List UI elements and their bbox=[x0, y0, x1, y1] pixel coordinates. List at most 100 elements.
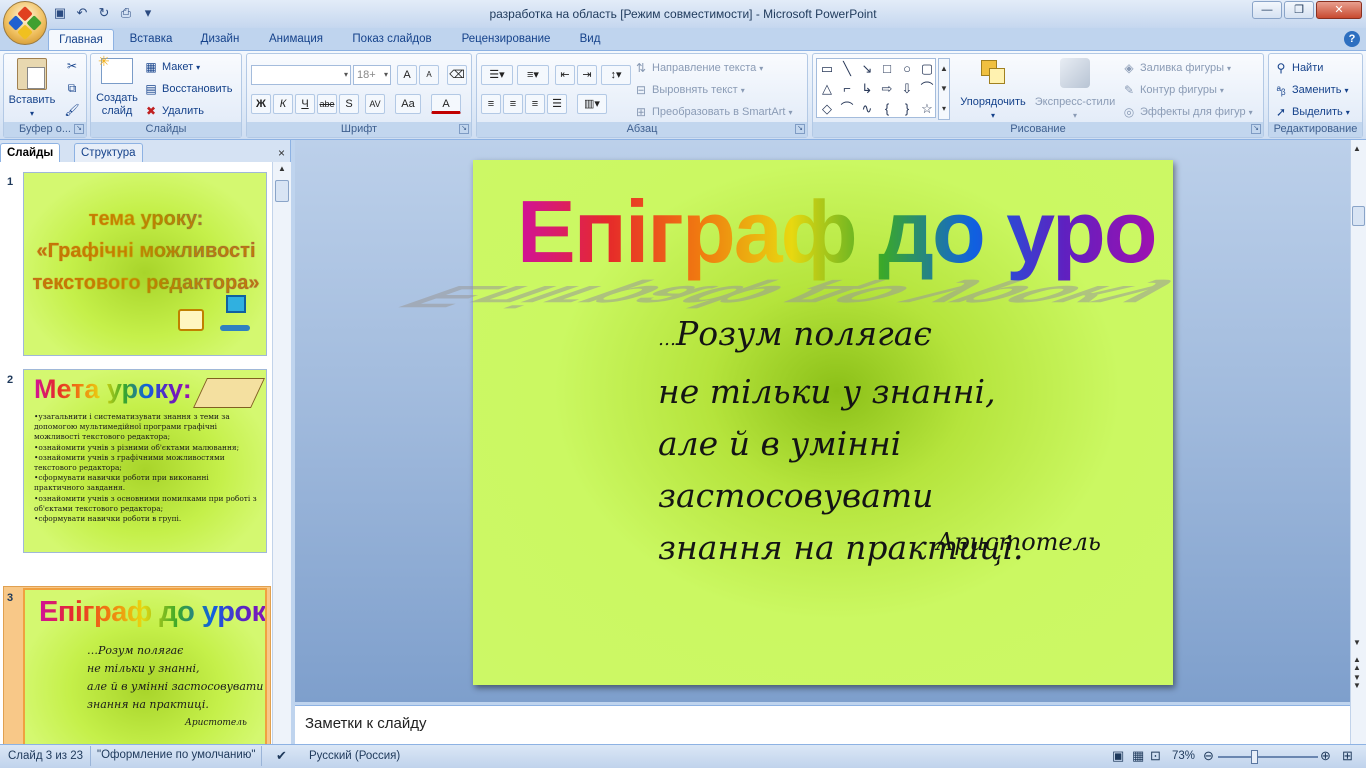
font-color-button[interactable]: A bbox=[431, 94, 461, 114]
triangle-icon[interactable]: △ bbox=[817, 79, 837, 99]
textbox-icon[interactable]: ▭ bbox=[817, 59, 837, 79]
scroll-down-icon[interactable]: ▼ bbox=[1353, 638, 1361, 647]
tab-review[interactable]: Рецензирование bbox=[450, 29, 562, 50]
office-button[interactable] bbox=[3, 1, 47, 45]
quote-author[interactable]: Аристотель bbox=[936, 528, 1101, 556]
zoom-out-icon[interactable]: ⊖ bbox=[1203, 748, 1214, 764]
replace-button[interactable]: ᵃᵦ Заменить ▾ bbox=[1273, 81, 1348, 99]
grow-font-button[interactable]: A bbox=[397, 65, 417, 85]
scroll-up-icon[interactable]: ▲ bbox=[275, 164, 289, 178]
thumbnail-scrollbar[interactable]: ▲ bbox=[272, 162, 291, 744]
scroll-thumb[interactable] bbox=[275, 180, 289, 202]
dialog-launcher-icon[interactable]: ↘ bbox=[74, 124, 84, 134]
layout-button[interactable]: ▦ Макет ▾ bbox=[143, 58, 200, 76]
delete-slide-button[interactable]: ✖ Удалить bbox=[143, 102, 204, 120]
down-arrow-icon[interactable]: ⇩ bbox=[897, 79, 917, 99]
zoom-in-icon[interactable]: ⊕ bbox=[1320, 748, 1331, 764]
tab-animation[interactable]: Анимация bbox=[258, 29, 334, 50]
bullets-icon[interactable]: ☰▾ bbox=[481, 65, 513, 85]
cut-icon[interactable]: ✂ bbox=[64, 58, 80, 74]
right-arrow-icon[interactable]: ⇨ bbox=[877, 79, 897, 99]
normal-view-icon[interactable]: ▣ bbox=[1112, 748, 1124, 764]
language[interactable]: Русский (Россия) bbox=[309, 750, 400, 762]
brace-left-icon[interactable]: { bbox=[877, 99, 897, 119]
scroll-thumb[interactable] bbox=[1352, 206, 1365, 226]
slide-title[interactable]: Епіграф до уроку bbox=[517, 182, 1246, 282]
rounded-rect-icon[interactable]: ▢ bbox=[917, 59, 937, 79]
editor-scrollbar[interactable]: ▲ ▼ ▲ ▲ ▼ ▼ bbox=[1350, 140, 1366, 744]
star-icon[interactable]: ☆ bbox=[917, 99, 937, 119]
next-slide-icon[interactable]: ▼ ▼ bbox=[1353, 674, 1361, 690]
theme-name[interactable]: "Оформление по умолчанию" bbox=[90, 746, 263, 766]
tab-outline[interactable]: Структура bbox=[74, 143, 143, 162]
smartart-button[interactable]: ⊞ Преобразовать в SmartArt ▾ bbox=[633, 103, 792, 121]
dialog-launcher-icon[interactable]: ↘ bbox=[795, 124, 805, 134]
shapes-gallery[interactable]: ▭ ╲ ↘ □ ○ ▢ △ ⌐ ↳ ⇨ ⇩ ⌒ ◇ ⌒ ∿{} ☆ bbox=[816, 58, 936, 118]
connector-icon[interactable]: ⌐ bbox=[837, 79, 857, 99]
shape-outline-button[interactable]: ✎ Контур фигуры ▾ bbox=[1121, 81, 1224, 99]
decrease-indent-icon[interactable]: ⇤ bbox=[555, 65, 575, 85]
arrow-line-icon[interactable]: ↘ bbox=[857, 59, 877, 79]
shrink-font-button[interactable]: A bbox=[419, 65, 439, 85]
char-spacing-button[interactable]: AV bbox=[365, 94, 385, 114]
slideshow-icon[interactable]: ⊡ bbox=[1150, 748, 1161, 764]
tab-insert[interactable]: Вставка bbox=[120, 29, 182, 50]
italic-button[interactable]: К bbox=[273, 94, 293, 114]
zoom-level[interactable]: 73% bbox=[1172, 750, 1195, 762]
copy-icon[interactable]: ⧉ bbox=[64, 80, 80, 96]
line-spacing-icon[interactable]: ↕▾ bbox=[601, 65, 631, 85]
increase-indent-icon[interactable]: ⇥ bbox=[577, 65, 597, 85]
close-button[interactable]: ✕ bbox=[1316, 1, 1362, 19]
find-button[interactable]: ⚲ Найти bbox=[1273, 59, 1324, 77]
justify-icon[interactable]: ☰ bbox=[547, 94, 567, 114]
select-button[interactable]: ➚ Выделить ▾ bbox=[1273, 103, 1350, 121]
numbering-icon[interactable]: ≡▾ bbox=[517, 65, 549, 85]
dialog-launcher-icon[interactable]: ↘ bbox=[1251, 124, 1261, 134]
font-size-input[interactable]: 18+ ▾ bbox=[353, 65, 391, 85]
change-case-button[interactable]: Aa bbox=[395, 94, 421, 114]
tab-view[interactable]: Вид bbox=[570, 29, 610, 50]
current-slide[interactable]: Епіграф до уроку Епіграф до уроку …Розум… bbox=[373, 160, 1246, 685]
new-slide-button[interactable]: ✳ Создать слайд bbox=[93, 54, 141, 118]
text-direction-button[interactable]: ⇅ Направление текста ▾ bbox=[633, 59, 763, 77]
shape-fill-button[interactable]: ◈ Заливка фигуры ▾ bbox=[1121, 59, 1231, 77]
elbow-icon[interactable]: ↳ bbox=[857, 79, 877, 99]
format-painter-icon[interactable]: 🖌 bbox=[64, 102, 80, 118]
dialog-launcher-icon[interactable]: ↘ bbox=[459, 124, 469, 134]
notes-pane[interactable]: Заметки к слайду bbox=[295, 705, 1350, 744]
curve-icon[interactable]: ⌒ bbox=[917, 79, 937, 99]
help-icon[interactable]: ? bbox=[1344, 31, 1360, 47]
close-panel-icon[interactable]: × bbox=[278, 146, 285, 160]
scroll-up-icon[interactable]: ▲ bbox=[1353, 144, 1361, 153]
oval-icon[interactable]: ○ bbox=[897, 59, 917, 79]
slide-sorter-icon[interactable]: ▦ bbox=[1132, 748, 1144, 764]
align-center-icon[interactable]: ≡ bbox=[503, 94, 523, 114]
freeform-icon[interactable]: ∿ bbox=[857, 99, 877, 119]
tab-design[interactable]: Дизайн bbox=[190, 29, 250, 50]
zoom-slider-thumb[interactable] bbox=[1251, 750, 1258, 764]
diamond-icon[interactable]: ◇ bbox=[817, 99, 837, 119]
tab-slides[interactable]: Слайды bbox=[0, 143, 61, 162]
align-right-icon[interactable]: ≡ bbox=[525, 94, 545, 114]
zoom-slider[interactable] bbox=[1218, 756, 1318, 758]
slide-thumbnail-3[interactable]: Епіграф до уроку …Розум полягає не тільк… bbox=[23, 588, 267, 744]
shadow-button[interactable]: S bbox=[339, 94, 359, 114]
font-name-input[interactable]: ▾ bbox=[251, 65, 351, 85]
previous-slide-icon[interactable]: ▲ ▲ bbox=[1353, 656, 1361, 672]
arrange-button[interactable]: Упорядочить ▾ bbox=[955, 58, 1031, 122]
underline-button[interactable]: Ч bbox=[295, 94, 315, 114]
tab-slideshow[interactable]: Показ слайдов bbox=[342, 29, 442, 50]
arc-icon[interactable]: ⌒ bbox=[837, 99, 857, 119]
line-icon[interactable]: ╲ bbox=[837, 59, 857, 79]
rectangle-icon[interactable]: □ bbox=[877, 59, 897, 79]
align-text-button[interactable]: ⊟ Выровнять текст ▾ bbox=[633, 81, 745, 99]
gallery-scroll[interactable]: ▲ ▼ ▾ bbox=[938, 58, 950, 120]
bold-button[interactable]: Ж bbox=[251, 94, 271, 114]
brace-right-icon[interactable]: } bbox=[897, 99, 917, 119]
align-left-icon[interactable]: ≡ bbox=[481, 94, 501, 114]
slide-thumbnail-1[interactable]: тема уроку: «Графічні можливості текстов… bbox=[23, 172, 267, 356]
reset-button[interactable]: ▤ Восстановить bbox=[143, 80, 232, 98]
tab-home[interactable]: Главная bbox=[48, 29, 114, 50]
maximize-button[interactable]: ❐ bbox=[1284, 1, 1314, 19]
minimize-button[interactable]: — bbox=[1252, 1, 1282, 19]
